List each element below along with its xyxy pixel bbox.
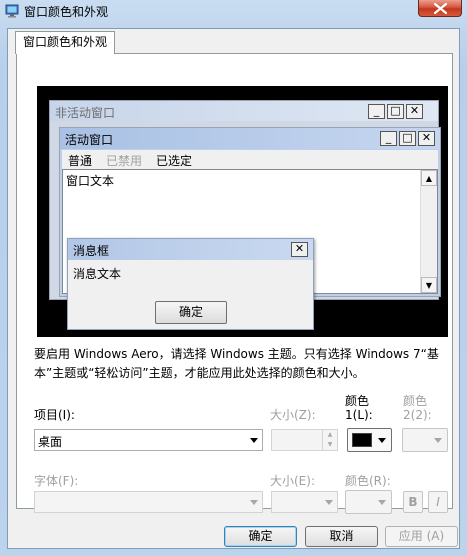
chevron-down-icon	[434, 438, 442, 443]
cancel-button[interactable]: 取消	[305, 526, 378, 547]
color1-swatch	[352, 433, 372, 447]
display-settings-icon	[5, 4, 19, 18]
minimize-icon: _	[380, 131, 397, 146]
active-window-title: 活动窗口	[65, 133, 114, 147]
msgbox-title: 消息框	[73, 244, 110, 258]
italic-button[interactable]: I	[428, 491, 448, 513]
window-title: 窗口颜色和外观	[24, 5, 109, 19]
menu-normal: 普通	[68, 154, 93, 168]
menu-disabled: 已禁用	[106, 154, 143, 168]
color1-button[interactable]	[347, 428, 392, 452]
color2-button[interactable]	[402, 428, 448, 452]
close-icon	[434, 3, 447, 14]
scroll-up-icon: ▲	[421, 170, 437, 186]
dialog-client: 窗口颜色和外观 非活动窗口 _ □ ✕ 活动窗口 _ □ ✕ 普通 已禁用 已选…	[7, 28, 460, 549]
item-select-value: 桌面	[38, 435, 63, 449]
color1-label-bottom: 1(L):	[345, 408, 373, 422]
chevron-down-icon	[325, 500, 333, 505]
chevron-down-icon	[378, 438, 386, 443]
close-icon: ✕	[291, 242, 308, 257]
tab-window-color-appearance[interactable]: 窗口颜色和外观	[15, 31, 116, 54]
font-color-button[interactable]	[345, 490, 392, 514]
preview-menubar: 普通 已禁用 已选定	[62, 150, 438, 169]
font-label: 字体(F):	[34, 474, 79, 488]
item-label: 项目(I):	[34, 408, 75, 422]
color2-label-top: 颜色	[403, 394, 428, 408]
maximize-icon: □	[387, 104, 404, 119]
menu-selected: 已选定	[156, 154, 193, 168]
title-bar: 窗口颜色和外观	[0, 0, 467, 24]
appearance-preview: 非活动窗口 _ □ ✕ 活动窗口 _ □ ✕ 普通 已禁用 已选定 窗口文本 ▲…	[37, 86, 448, 337]
size2-select[interactable]	[271, 491, 338, 513]
minimize-icon: _	[368, 104, 385, 119]
spin-up-icon: ▲	[327, 431, 333, 438]
size1-label: 大小(Z):	[270, 408, 316, 422]
bold-button[interactable]: B	[403, 491, 423, 513]
size2-label: 大小(E):	[270, 474, 315, 488]
chevron-down-icon	[250, 438, 258, 443]
chevron-down-icon	[250, 500, 258, 505]
chevron-down-icon	[378, 500, 386, 505]
item-select[interactable]: 桌面	[34, 429, 263, 451]
preview-scrollbar: ▲ ▼	[420, 170, 437, 293]
spin-down-icon: ▼	[327, 441, 333, 448]
color2-label-bottom: 2(2):	[403, 408, 432, 422]
ok-button[interactable]: 确定	[224, 526, 297, 547]
close-icon: ✕	[418, 131, 435, 146]
close-window-button[interactable]	[418, 0, 462, 17]
inactive-title-bar: 非活动窗口 _ □ ✕	[50, 101, 438, 121]
font-select[interactable]	[34, 491, 263, 513]
size1-stepper[interactable]: ▲ ▼	[322, 430, 337, 450]
inactive-window-title: 非活动窗口	[55, 106, 116, 120]
msgbox-ok-button: 确定	[155, 301, 227, 324]
maximize-icon: □	[399, 131, 416, 146]
msgbox-title-bar: 消息框 ✕	[68, 239, 313, 260]
font-color-label: 颜色(R):	[345, 474, 391, 488]
color1-label-top: 颜色	[345, 394, 370, 408]
msgbox-text: 消息文本	[73, 267, 122, 281]
preview-message-box: 消息框 ✕ 消息文本 确定	[67, 238, 314, 330]
apply-button[interactable]: 应用 (A)	[385, 526, 458, 547]
tab-panel: 非活动窗口 _ □ ✕ 活动窗口 _ □ ✕ 普通 已禁用 已选定 窗口文本 ▲…	[16, 53, 453, 514]
aero-info-text: 要启用 Windows Aero，请选择 Windows 主题。只有选择 Win…	[34, 347, 439, 380]
active-title-bar: 活动窗口 _ □ ✕	[60, 128, 440, 149]
scroll-down-icon: ▼	[421, 277, 437, 293]
size1-input[interactable]: ▲ ▼	[271, 429, 338, 451]
window-text: 窗口文本	[66, 174, 115, 188]
close-icon: ✕	[406, 104, 423, 119]
